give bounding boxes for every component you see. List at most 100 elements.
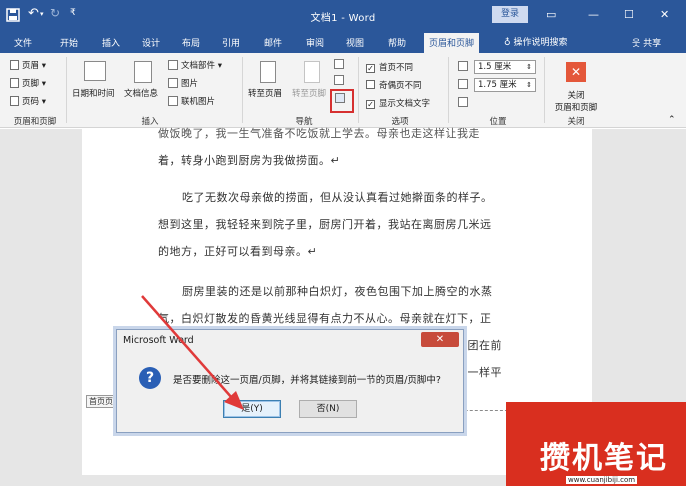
footer-from-bottom-input[interactable]: 1.75 厘米 ⇕ (474, 78, 536, 92)
close-x-icon[interactable]: ✕ (566, 62, 586, 82)
checkbox-unchecked-icon (366, 80, 375, 89)
spinner-icon[interactable]: ⇕ (526, 61, 532, 73)
tab-references[interactable]: 引用 (222, 36, 240, 49)
doc-line-4: 想到这里，我轻轻来到院子里，厨房门开着，我站在离厨房几米远 (158, 218, 492, 231)
group-separator (242, 57, 243, 123)
insert-alignment-tab-icon[interactable] (458, 97, 471, 108)
goto-header-icon (260, 61, 276, 83)
doc-line-5: 的地方，正好可以看到母亲。↵ (158, 245, 318, 258)
previous-section-icon[interactable] (334, 59, 347, 70)
show-document-text-label: 显示文档文字 (379, 99, 431, 109)
show-document-text-checkbox[interactable]: ✓ 显示文档文字 (366, 97, 430, 109)
title-bar: ↶ ▾ ↻ ₹ 文档1 - Word 登录 ▭ — ☐ ✕ (0, 0, 686, 33)
footer-position-icon (458, 79, 471, 90)
different-odd-even-checkbox[interactable]: 奇偶页不同 (366, 79, 422, 91)
watermark-url: www.cuanjibiji.com (566, 476, 638, 484)
collapse-ribbon-icon[interactable]: ⌃ (668, 115, 676, 125)
goto-footer-button[interactable]: 转至页脚 (292, 87, 328, 99)
spinner-icon[interactable]: ⇕ (526, 79, 532, 91)
question-icon: ? (139, 367, 161, 389)
watermark-text: 攒机笔记 (540, 441, 668, 476)
confirm-dialog: Microsoft Word ✕ ? 是否要删除这一页眉/页脚，并将其链接到前一… (116, 329, 464, 433)
different-first-page-label: 首页不同 (379, 63, 414, 73)
quick-parts-label: 文档部件 ▾ (181, 61, 222, 71)
checkbox-checked-icon: ✓ (366, 64, 375, 73)
different-first-page-checkbox[interactable]: ✓ 首页不同 (366, 61, 413, 73)
share-label: 共享 (643, 39, 662, 49)
online-picture-button[interactable]: 联机图片 (168, 95, 215, 107)
quick-parts-icon (168, 60, 178, 70)
doc-line-1: 做饭晚了，我一生气准备不吃饭就上学去。母亲也走这样让我走 (158, 127, 480, 140)
tab-layout[interactable]: 布局 (182, 36, 200, 49)
page-number-icon (10, 96, 19, 106)
ribbon-tab-bar: 文件 开始 插入 设计 布局 引用 邮件 审阅 视图 帮助 页眉和页脚 ♁ 操作… (0, 33, 686, 53)
group-label-header-footer: 页眉和页脚 (13, 117, 57, 127)
checkbox-checked-icon: ✓ (366, 100, 375, 109)
group-label-position: 位置 (489, 117, 507, 127)
tab-insert[interactable]: 插入 (102, 36, 120, 49)
doc-line-3: 吃了无数次母亲做的捞面，但从没认真看过她擀面条的样子。 (182, 191, 493, 204)
doc-line-2: 着，转身小跑到厨房为我做捞面。↵ (158, 154, 341, 167)
group-separator (358, 57, 359, 123)
page-number-button[interactable]: 页码 ▾ (10, 95, 46, 107)
yes-button[interactable]: 是(Y) (223, 400, 281, 418)
tab-view[interactable]: 视图 (346, 36, 364, 49)
doc-line-7: 气，白炽灯散发的昏黄光线显得有点力不从心。母亲就在灯下，正 (158, 312, 492, 325)
minimize-icon[interactable]: — (588, 8, 599, 21)
close-label-2: 页眉和页脚 (554, 103, 598, 113)
group-label-close: 关闭 (567, 117, 585, 127)
picture-icon (168, 78, 178, 88)
tab-file[interactable]: 文件 (14, 36, 32, 49)
picture-button[interactable]: 图片 (168, 77, 198, 89)
lightbulb-icon: ♁ (504, 38, 511, 48)
group-separator (66, 57, 67, 123)
tab-design[interactable]: 设计 (142, 36, 160, 49)
tab-review[interactable]: 审阅 (306, 36, 324, 49)
header-position-icon (458, 61, 471, 72)
goto-header-button[interactable]: 转至页眉 (248, 87, 282, 99)
tab-mailings[interactable]: 邮件 (264, 36, 282, 49)
header-icon (10, 60, 19, 70)
close-window-icon[interactable]: ✕ (660, 8, 669, 21)
footer-button[interactable]: 页脚 ▾ (10, 77, 46, 89)
tab-help[interactable]: 帮助 (388, 36, 406, 49)
tab-home[interactable]: 开始 (60, 36, 78, 49)
online-picture-label: 联机图片 (181, 97, 216, 107)
login-button[interactable]: 登录 (492, 6, 528, 23)
header-from-top-input[interactable]: 1.5 厘米 ⇕ (474, 60, 536, 74)
online-picture-icon (168, 96, 178, 106)
quick-parts-button[interactable]: 文档部件 ▾ (168, 59, 222, 71)
header-label: 页眉 ▾ (22, 61, 46, 71)
picture-label: 图片 (181, 79, 199, 89)
doc-line-6: 厨房里装的还是以前那种白炽灯，夜色包围下加上腾空的水蒸 (182, 285, 493, 298)
document-info-button[interactable]: 文档信息 (124, 87, 158, 99)
group-separator (544, 57, 545, 123)
footer-icon (10, 78, 19, 88)
close-label-1: 关闭 (567, 91, 585, 101)
header-from-top-value: 1.5 厘米 (478, 62, 512, 72)
document-info-icon (134, 61, 152, 83)
dialog-close-icon[interactable]: ✕ (421, 332, 459, 347)
tab-header-footer[interactable]: 页眉和页脚 (424, 33, 480, 53)
ribbon-display-options-icon[interactable]: ▭ (546, 8, 556, 21)
footer-from-bottom-value: 1.75 厘米 (478, 80, 517, 90)
group-separator (448, 57, 449, 123)
next-section-icon[interactable] (334, 75, 347, 86)
dialog-title: Microsoft Word (123, 335, 194, 346)
maximize-icon[interactable]: ☐ (624, 8, 634, 21)
header-button[interactable]: 页眉 ▾ (10, 59, 46, 71)
calendar-icon (84, 61, 106, 81)
close-header-footer-button[interactable]: 关闭 页眉和页脚 (552, 89, 600, 113)
footer-label: 页脚 ▾ (22, 79, 46, 89)
window-title: 文档1 - Word (310, 13, 376, 24)
different-odd-even-label: 奇偶页不同 (379, 81, 422, 91)
person-icon: 웃 (632, 39, 641, 49)
date-time-button[interactable]: 日期和时间 (72, 87, 115, 99)
tell-me-search[interactable]: ♁ 操作说明搜索 (504, 35, 567, 48)
page-number-label: 页码 ▾ (22, 97, 46, 107)
tell-me-label: 操作说明搜索 (513, 38, 568, 48)
no-button[interactable]: 否(N) (299, 400, 357, 418)
goto-footer-icon (304, 61, 320, 83)
share-button[interactable]: 웃 共享 (632, 36, 661, 49)
highlight-box (330, 89, 354, 113)
